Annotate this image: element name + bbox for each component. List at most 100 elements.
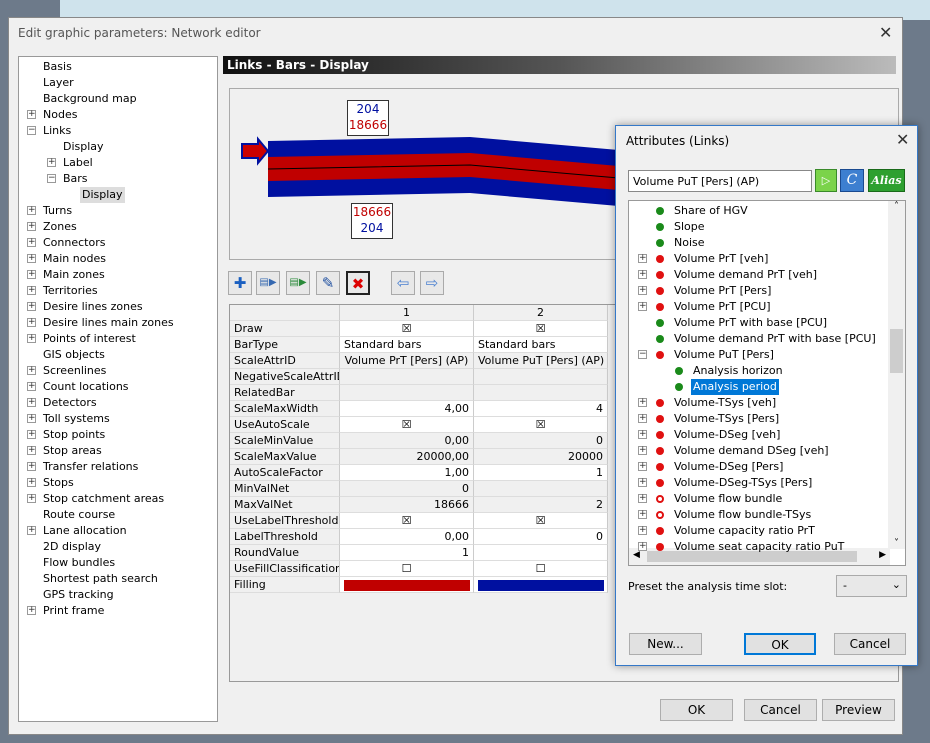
expand-toggle-icon[interactable]: + xyxy=(27,494,36,503)
expand-toggle-icon[interactable]: + xyxy=(638,542,647,551)
tree-item[interactable]: Count locations xyxy=(41,379,131,395)
move-right-button[interactable]: ⇨ xyxy=(420,271,444,295)
grid-cell[interactable]: 4 xyxy=(474,401,608,417)
apply-button[interactable]: ▷ xyxy=(815,169,837,192)
scroll-down-icon[interactable]: ˅ xyxy=(888,538,905,549)
grid-cell[interactable]: 1 xyxy=(340,545,474,561)
checkbox[interactable]: ☒ xyxy=(340,513,474,529)
checkbox[interactable]: ☐ xyxy=(340,561,474,577)
cancel-button[interactable]: Cancel xyxy=(834,633,906,655)
scroll-up-icon[interactable]: ˄ xyxy=(888,201,905,212)
expand-toggle-icon[interactable]: + xyxy=(638,446,647,455)
expand-toggle-icon[interactable]: + xyxy=(27,318,36,327)
expand-toggle-icon[interactable]: + xyxy=(638,302,647,311)
grid-cell[interactable]: 1,00 xyxy=(340,465,474,481)
tree-item[interactable]: GIS objects xyxy=(41,347,107,363)
grid-cell[interactable]: Standard bars xyxy=(474,337,608,353)
expand-toggle-icon[interactable]: + xyxy=(27,270,36,279)
copy-left-button[interactable]: ▤▶ xyxy=(256,271,280,295)
grid-cell[interactable]: 20000,00 xyxy=(340,449,474,465)
attribute-item[interactable]: Volume-TSys [veh] xyxy=(672,395,778,411)
grid-cell[interactable] xyxy=(474,369,608,385)
ok-button[interactable]: OK xyxy=(744,633,816,655)
grid-cell[interactable]: 4,00 xyxy=(340,401,474,417)
expand-toggle-icon[interactable]: + xyxy=(27,206,36,215)
tree-item[interactable]: Flow bundles xyxy=(41,555,117,571)
expand-toggle-icon[interactable]: + xyxy=(638,478,647,487)
cancel-button[interactable]: Cancel xyxy=(744,699,817,721)
expand-toggle-icon[interactable]: + xyxy=(27,286,36,295)
tree-item[interactable]: Background map xyxy=(41,91,139,107)
grid-cell[interactable] xyxy=(474,481,608,497)
attribute-item[interactable]: Volume-TSys [Pers] xyxy=(672,411,781,427)
attribute-item[interactable]: Volume demand DSeg [veh] xyxy=(672,443,831,459)
tree-item[interactable]: Main zones xyxy=(41,267,107,283)
fill-color-cell[interactable] xyxy=(474,577,608,593)
expand-toggle-icon[interactable]: + xyxy=(638,430,647,439)
tree-item[interactable]: Bars xyxy=(61,171,90,187)
expand-toggle-icon[interactable]: + xyxy=(27,430,36,439)
tree-item[interactable]: Stops xyxy=(41,475,76,491)
attribute-input[interactable] xyxy=(628,170,812,192)
tree-item[interactable]: Transfer relations xyxy=(41,459,140,475)
new-button[interactable]: New... xyxy=(629,633,702,655)
expand-toggle-icon[interactable]: − xyxy=(47,174,56,183)
attribute-item[interactable]: Volume demand PrT [veh] xyxy=(672,267,819,283)
attribute-item[interactable]: Volume PuT [Pers] xyxy=(672,347,776,363)
scroll-left-icon[interactable]: ◀ xyxy=(633,550,640,560)
close-icon[interactable]: ✕ xyxy=(879,23,892,42)
expand-toggle-icon[interactable]: + xyxy=(27,462,36,471)
attribute-item[interactable]: Volume PrT with base [PCU] xyxy=(672,315,829,331)
grid-cell[interactable]: 1 xyxy=(474,465,608,481)
checkbox[interactable]: ☒ xyxy=(340,321,474,337)
expand-toggle-icon[interactable]: + xyxy=(27,302,36,311)
column-header[interactable]: 2 xyxy=(474,305,608,321)
expand-toggle-icon[interactable]: + xyxy=(638,254,647,263)
tree-item[interactable]: Points of interest xyxy=(41,331,138,347)
attribute-item[interactable]: Volume flow bundle xyxy=(672,491,784,507)
c-button[interactable]: C xyxy=(840,169,864,192)
attribute-item[interactable]: Slope xyxy=(672,219,707,235)
preview-button[interactable]: Preview xyxy=(822,699,895,721)
expand-toggle-icon[interactable]: + xyxy=(638,526,647,535)
tree-item[interactable]: Stop catchment areas xyxy=(41,491,166,507)
expand-toggle-icon[interactable]: + xyxy=(27,398,36,407)
expand-toggle-icon[interactable]: + xyxy=(27,366,36,375)
tree-item[interactable]: Lane allocation xyxy=(41,523,129,539)
grid-cell[interactable] xyxy=(474,385,608,401)
grid-cell[interactable] xyxy=(340,369,474,385)
alias-button[interactable]: Alias xyxy=(868,169,905,192)
tree-item[interactable]: Detectors xyxy=(41,395,99,411)
expand-toggle-icon[interactable]: + xyxy=(638,494,647,503)
checkbox[interactable]: ☒ xyxy=(474,417,608,433)
expand-toggle-icon[interactable]: − xyxy=(638,350,647,359)
checkbox[interactable]: ☒ xyxy=(474,321,608,337)
grid-cell[interactable] xyxy=(474,545,608,561)
attribute-item[interactable]: Noise xyxy=(672,235,707,251)
attribute-item[interactable]: Analysis period xyxy=(691,379,779,395)
tree-item[interactable]: Stop points xyxy=(41,427,107,443)
grid-cell[interactable]: 18666 xyxy=(340,497,474,513)
edit-button[interactable]: ✎ xyxy=(316,271,340,295)
tree-item[interactable]: Layer xyxy=(41,75,76,91)
attribute-item[interactable]: Volume flow bundle-TSys xyxy=(672,507,813,523)
tree-item[interactable]: Territories xyxy=(41,283,100,299)
tree-item[interactable]: Desire lines zones xyxy=(41,299,145,315)
column-header[interactable]: 1 xyxy=(340,305,474,321)
attribute-item[interactable]: Volume capacity ratio PrT xyxy=(672,523,817,539)
tree-item[interactable]: Display xyxy=(61,139,106,155)
checkbox[interactable]: ☒ xyxy=(474,513,608,529)
tree-item[interactable]: Links xyxy=(41,123,73,139)
tree-item[interactable]: Route course xyxy=(41,507,117,523)
attribute-item[interactable]: Volume demand PrT with base [PCU] xyxy=(672,331,878,347)
scroll-right-icon[interactable]: ▶ xyxy=(879,550,886,560)
tree-item[interactable]: Shortest path search xyxy=(41,571,160,587)
tree-item[interactable]: Turns xyxy=(41,203,74,219)
tree-item[interactable]: Desire lines main zones xyxy=(41,315,176,331)
expand-toggle-icon[interactable]: + xyxy=(638,286,647,295)
attribute-item[interactable]: Volume-DSeg [veh] xyxy=(672,427,782,443)
expand-toggle-icon[interactable]: + xyxy=(638,462,647,471)
tree-item[interactable]: Stop areas xyxy=(41,443,104,459)
grid-cell[interactable]: 20000 xyxy=(474,449,608,465)
expand-toggle-icon[interactable]: + xyxy=(27,446,36,455)
